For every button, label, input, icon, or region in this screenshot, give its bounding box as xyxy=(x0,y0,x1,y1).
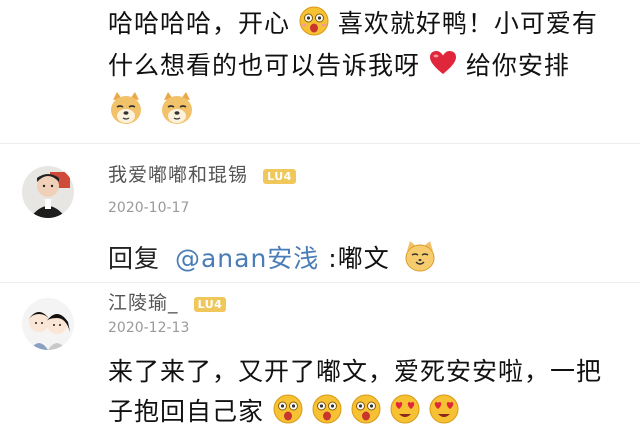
comment-text: 给你安排 xyxy=(465,51,570,80)
comment-date: 2020-10-17 xyxy=(108,200,190,216)
excited-face-icon xyxy=(351,394,381,432)
avatar[interactable] xyxy=(22,298,74,350)
comment-text-line1: 来了来了，又开了嘟文，爱死安安啦，一把 xyxy=(108,357,603,386)
heart-eyes-icon xyxy=(390,394,420,432)
heart-icon xyxy=(429,50,457,84)
comment-text: :嘟文 xyxy=(328,244,390,273)
excited-face-icon xyxy=(299,6,329,44)
cat-face-icon xyxy=(403,239,437,281)
comment-date: 2020-12-13 xyxy=(108,320,190,336)
mention-link[interactable]: @anan安浅 xyxy=(175,244,319,273)
divider xyxy=(0,143,640,144)
reply-label: 回复 xyxy=(108,244,161,273)
excited-face-icon xyxy=(273,394,303,432)
reply-text: 回复 @anan安浅 :嘟文 xyxy=(108,239,437,281)
username[interactable]: 我爱嘟嘟和琨锡 xyxy=(108,164,248,186)
comment-text: 喜欢就好鸭！小可爱有 xyxy=(337,9,598,38)
divider xyxy=(0,282,640,283)
comment-header: 江陵瑜_ LU4 xyxy=(108,288,227,315)
comment-text: 子抱回自己家 xyxy=(108,397,265,426)
comment-text: 哈哈哈哈，开心 xyxy=(108,9,291,38)
username[interactable]: 江陵瑜_ xyxy=(108,292,179,314)
doge-icon xyxy=(159,90,195,130)
comment-text: 什么想看的也可以告诉我呀 xyxy=(108,51,421,80)
comment-text-line2: 什么想看的也可以告诉我呀 给你安排 xyxy=(108,50,570,84)
comment-text-line2: 子抱回自己家 xyxy=(108,394,459,432)
level-badge: LU4 xyxy=(193,297,227,312)
heart-eyes-icon xyxy=(429,394,459,432)
level-badge: LU4 xyxy=(263,169,296,184)
comment-header: 我爱嘟嘟和琨锡 LU4 xyxy=(108,160,296,187)
comment-text-line1: 哈哈哈哈，开心 喜欢就好鸭！小可爱有 xyxy=(108,6,598,44)
excited-face-icon xyxy=(312,394,342,432)
doge-icon xyxy=(108,90,144,130)
emoji-row xyxy=(108,90,195,130)
avatar[interactable] xyxy=(22,166,74,218)
